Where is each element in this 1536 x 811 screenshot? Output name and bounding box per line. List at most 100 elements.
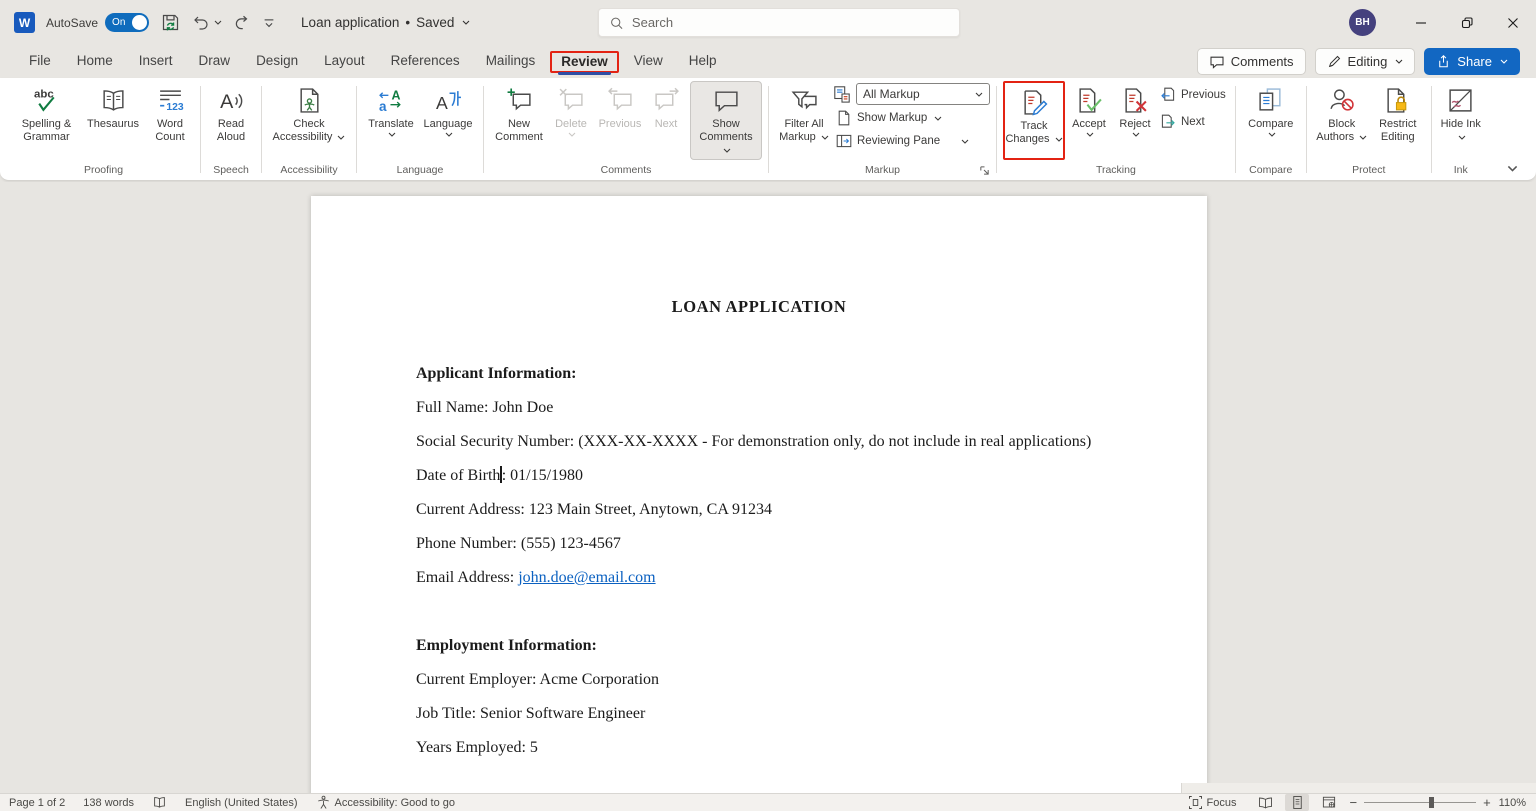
tab-draw[interactable]: Draw (186, 47, 244, 77)
autosave-state-label: On (112, 17, 126, 28)
zoom-in-button[interactable]: + (1483, 795, 1491, 810)
word-count-indicator[interactable]: 138 words (74, 797, 143, 809)
accept-button[interactable]: Accept (1065, 81, 1113, 137)
reject-button[interactable]: Reject (1113, 81, 1157, 137)
group-label-language: Language (396, 164, 444, 176)
autosave-toggle[interactable]: On (105, 13, 150, 32)
empty-paragraph[interactable] (416, 600, 1102, 623)
dob-line[interactable]: Date of Birth: 01/15/1980 (416, 464, 1102, 487)
job-title-line[interactable]: Job Title: Senior Software Engineer (416, 702, 1102, 725)
page-indicator[interactable]: Page 1 of 2 (0, 797, 74, 809)
close-button[interactable] (1490, 0, 1536, 45)
horizontal-scrollbar[interactable] (1181, 783, 1536, 793)
language-button[interactable]: Language (419, 81, 477, 137)
document-canvas: LOAN APPLICATION Applicant Information: … (0, 182, 1536, 793)
toggle-knob (132, 15, 148, 30)
reject-label: Reject (1119, 118, 1151, 130)
search-input[interactable] (631, 15, 949, 30)
quick-access-overflow-button[interactable] (262, 16, 276, 29)
track-changes-button[interactable]: Track Changes (1005, 83, 1063, 158)
show-comments-label: Show Comments (699, 118, 753, 143)
print-layout-icon (1290, 795, 1305, 810)
tab-design[interactable]: Design (243, 47, 311, 77)
chevron-down-icon (388, 132, 396, 137)
tab-insert[interactable]: Insert (126, 47, 186, 77)
tab-layout[interactable]: Layout (311, 47, 378, 77)
restore-button[interactable] (1444, 0, 1490, 45)
block-authors-button[interactable]: Block Authors (1313, 81, 1371, 144)
tab-home[interactable]: Home (64, 47, 126, 77)
save-button[interactable] (160, 12, 181, 33)
comments-button[interactable]: Comments (1196, 48, 1306, 75)
collapse-ribbon-button[interactable] (1507, 165, 1518, 172)
reviewing-pane-button[interactable]: Reviewing Pane (833, 131, 990, 151)
language-indicator[interactable]: English (United States) (176, 797, 307, 809)
chevron-down-icon (337, 135, 345, 140)
focus-mode-button[interactable]: Focus (1179, 795, 1246, 810)
employment-info-heading[interactable]: Employment Information: (416, 634, 1102, 657)
print-layout-button[interactable] (1285, 794, 1310, 811)
chevron-down-icon (1132, 132, 1140, 137)
delete-comment-button[interactable]: Delete (548, 81, 594, 137)
word-count-button[interactable]: Word Count (146, 81, 194, 144)
zoom-level[interactable]: 110% (1499, 797, 1526, 809)
show-markup-label: Show Markup (857, 112, 928, 124)
tab-references[interactable]: References (378, 47, 473, 77)
employer-line[interactable]: Current Employer: Acme Corporation (416, 668, 1102, 691)
focus-label: Focus (1206, 796, 1237, 809)
zoom-out-button[interactable]: − (1349, 795, 1357, 810)
spelling-grammar-button[interactable]: Spelling & Grammar (13, 81, 80, 144)
web-layout-button[interactable] (1317, 794, 1341, 811)
proofing-status-button[interactable] (143, 795, 176, 810)
previous-comment-button[interactable]: Previous (594, 81, 646, 131)
read-mode-button[interactable] (1253, 794, 1277, 811)
proofing-book-icon (152, 795, 167, 810)
applicant-info-heading[interactable]: Applicant Information: (416, 362, 1102, 385)
years-employed-line[interactable]: Years Employed: 5 (416, 736, 1102, 759)
share-button[interactable]: Share (1424, 48, 1520, 75)
tab-review[interactable]: Review (552, 50, 617, 76)
group-divider (356, 86, 357, 173)
tab-view[interactable]: View (621, 47, 676, 77)
minimize-button[interactable] (1398, 0, 1444, 45)
email-line[interactable]: Email Address: john.doe@email.com (416, 566, 1102, 589)
previous-change-button[interactable]: Previous (1157, 85, 1229, 105)
next-change-button[interactable]: Next (1157, 112, 1229, 132)
phone-line[interactable]: Phone Number: (555) 123-4567 (416, 532, 1102, 555)
restrict-editing-button[interactable]: Restrict Editing (1371, 81, 1425, 144)
read-aloud-button[interactable]: Read Aloud (207, 81, 255, 144)
redo-button[interactable] (233, 14, 251, 32)
document-title-area[interactable]: Loan application • Saved (301, 15, 470, 30)
tab-help[interactable]: Help (676, 47, 730, 77)
new-comment-button[interactable]: New Comment (490, 81, 548, 144)
accessibility-status[interactable]: Accessibility: Good to go (307, 795, 464, 810)
markup-dialog-launcher[interactable] (979, 165, 990, 176)
document-page[interactable]: LOAN APPLICATION Applicant Information: … (311, 196, 1207, 793)
filter-all-markup-button[interactable]: Filter All Markup (775, 81, 833, 144)
editing-mode-button[interactable]: Editing (1314, 48, 1416, 75)
check-accessibility-button[interactable]: Check Accessibility (268, 81, 350, 144)
address-line[interactable]: Current Address: 123 Main Street, Anytow… (416, 498, 1102, 521)
translate-button[interactable]: Translate (363, 81, 419, 137)
next-comment-button[interactable]: Next (646, 81, 686, 131)
search-box[interactable] (598, 8, 960, 37)
thesaurus-button[interactable]: Thesaurus (80, 81, 146, 131)
markup-view-select[interactable]: All Markup (856, 83, 990, 105)
undo-button[interactable] (192, 14, 222, 32)
group-ink: Hide Ink Ink (1435, 81, 1487, 180)
compare-button[interactable]: Compare (1242, 81, 1300, 137)
zoom-slider[interactable] (1364, 796, 1477, 810)
tab-file[interactable]: File (16, 47, 64, 77)
document-heading[interactable]: LOAN APPLICATION (416, 295, 1102, 318)
hide-ink-button[interactable]: Hide Ink (1438, 81, 1484, 144)
ssn-line[interactable]: Social Security Number: (XXX-XX-XXXX - F… (416, 430, 1102, 453)
show-comments-button[interactable]: Show Comments (690, 81, 762, 160)
full-name-line[interactable]: Full Name: John Doe (416, 396, 1102, 419)
show-markup-button[interactable]: Show Markup (833, 108, 990, 128)
zoom-slider-handle[interactable] (1429, 797, 1434, 808)
user-avatar[interactable]: BH (1349, 9, 1376, 36)
tab-mailings[interactable]: Mailings (473, 47, 549, 77)
word-logo-icon[interactable]: W (14, 12, 35, 33)
group-divider (1234, 86, 1236, 173)
email-hyperlink[interactable]: john.doe@email.com (518, 569, 655, 586)
